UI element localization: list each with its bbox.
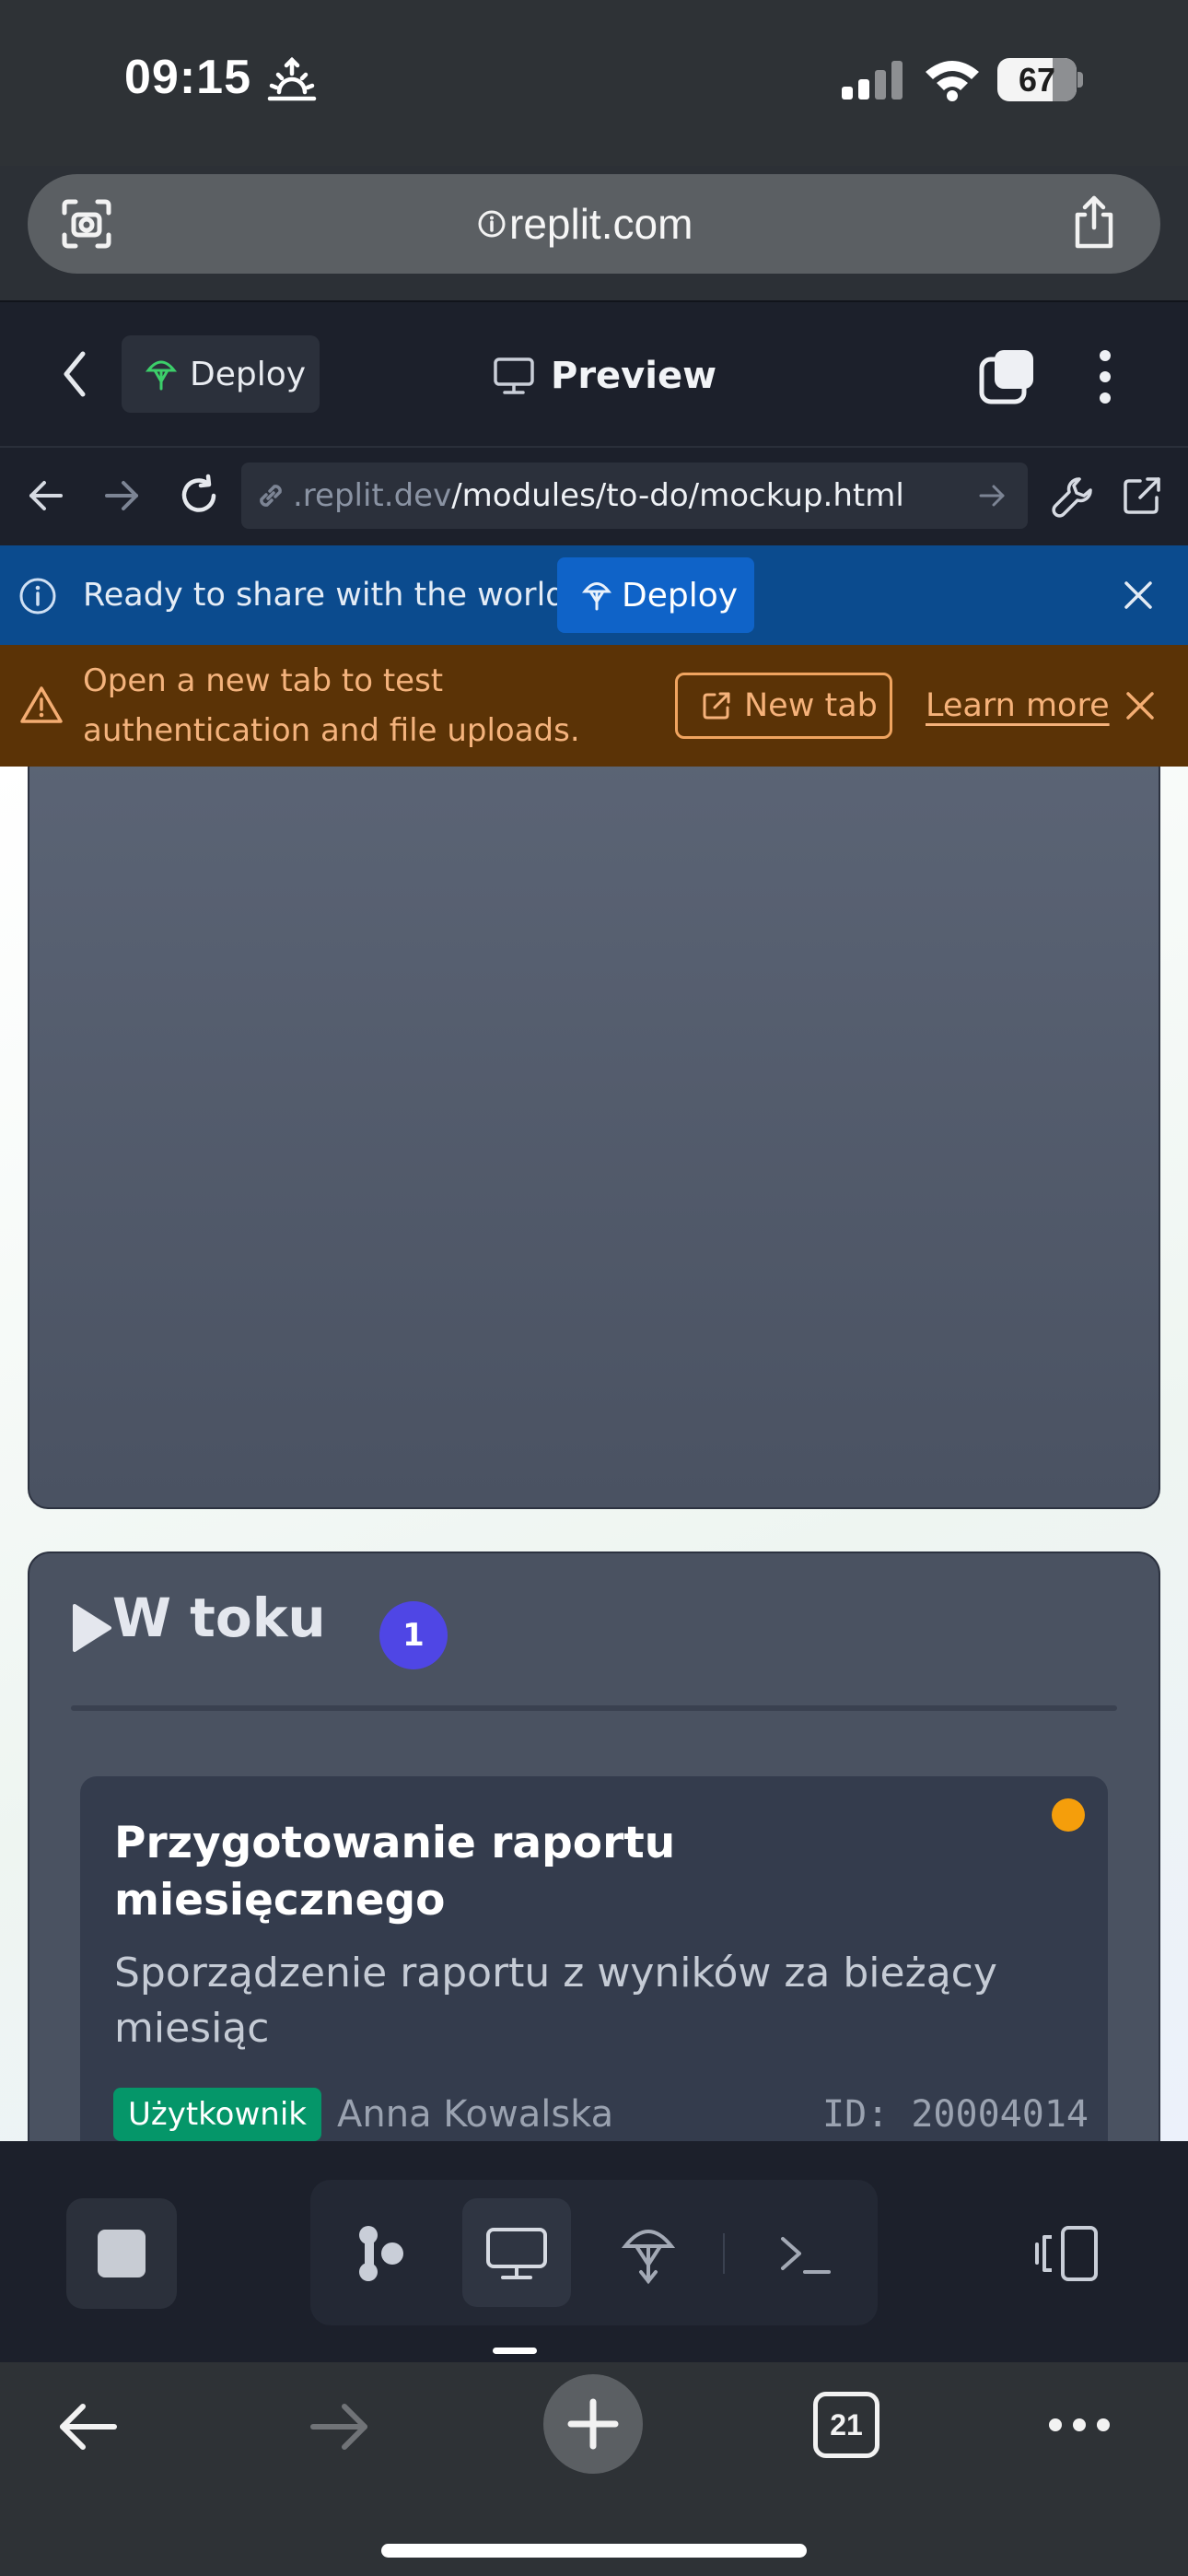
safari-address-bar[interactable]: replit.com (28, 174, 1160, 274)
external-link-icon[interactable] (1122, 475, 1162, 516)
drag-handle[interactable] (493, 2348, 537, 2354)
parachute-icon (581, 580, 612, 611)
column-count-badge: 1 (379, 1601, 448, 1669)
task-title: Przygotowanie raportu miesięcznego (114, 1818, 676, 1926)
device-layout-icon[interactable] (1033, 2226, 1100, 2281)
info-icon[interactable] (477, 209, 507, 239)
wifi-icon (924, 57, 981, 101)
stop-icon (98, 2230, 146, 2277)
more-horizontal-icon[interactable] (1048, 2418, 1111, 2432)
tabs-overlay-icon[interactable] (978, 348, 1035, 405)
go-arrow-icon[interactable] (978, 483, 1006, 509)
warning-triangle-icon (20, 685, 63, 724)
url-path: /modules/to-do/mockup.html (451, 477, 904, 514)
column-title: W toku (112, 1587, 326, 1649)
back-arrow-icon[interactable] (57, 2403, 118, 2451)
plus-icon (567, 2398, 619, 2450)
role-badge: Użytkownik (113, 2088, 321, 2141)
stop-button[interactable] (66, 2198, 177, 2309)
warning-message: Open a new tab to test authentication an… (83, 662, 580, 749)
wrench-icon[interactable] (1052, 475, 1094, 518)
nav-forward-icon[interactable] (103, 477, 140, 514)
terminal-icon[interactable] (779, 2235, 831, 2276)
task-id: ID: 20004014 (822, 2093, 1089, 2136)
webview-navbar: .replit.dev /modules/to-do/mockup.html (0, 446, 1188, 545)
warning-banner: Open a new tab to test authentication an… (0, 645, 1188, 767)
replit-toolbar (0, 2141, 1188, 2362)
preview-monitor-icon[interactable] (486, 2228, 547, 2279)
banner-deploy-label: Deploy (622, 576, 739, 615)
play-icon (71, 1602, 113, 1654)
safari-toolbar: 21 (0, 2362, 1188, 2576)
close-icon[interactable] (1124, 580, 1153, 610)
replit-header: Deploy Preview (0, 300, 1188, 446)
agent-icon[interactable] (355, 2226, 405, 2281)
learn-more-link[interactable]: Learn more (926, 673, 1110, 739)
new-tab-button[interactable]: New tab (675, 673, 892, 739)
reload-icon[interactable] (177, 474, 221, 518)
column-divider (71, 1705, 1117, 1711)
status-time: 09:15 (124, 51, 251, 104)
priority-dot (1052, 1798, 1085, 1832)
status-bar: 09:15 67 replit.com (0, 0, 1188, 274)
deploy-banner-message: Ready to share with the world? (83, 577, 584, 614)
toolbar-divider (723, 2233, 725, 2274)
preview-tab-title: Preview (494, 339, 716, 413)
task-description: Sporządzenie raportu z wyników za bieżąc… (114, 1950, 997, 2052)
preview-label: Preview (551, 355, 717, 397)
signal-icon (840, 61, 904, 100)
close-icon[interactable] (1125, 691, 1155, 720)
webview-url-field[interactable]: .replit.dev /modules/to-do/mockup.html (241, 463, 1028, 529)
preview-viewport[interactable]: W toku 1 Przygotowanie raportu miesięczn… (0, 767, 1188, 2141)
link-icon (254, 479, 287, 512)
image-placeholder-card (28, 767, 1160, 1509)
info-circle-icon (18, 577, 57, 615)
camera-scan-icon[interactable] (61, 198, 112, 250)
banner-deploy-button[interactable]: Deploy (557, 557, 754, 633)
sunrise-icon (267, 56, 317, 105)
monitor-icon (494, 357, 534, 394)
new-tab-plus-button[interactable] (543, 2374, 643, 2474)
deploy-parachute-icon (145, 357, 178, 391)
task-assignee: Anna Kowalska (337, 2093, 614, 2136)
deploy-banner: Ready to share with the world? Deploy (0, 545, 1188, 645)
battery-indicator: 67 (997, 58, 1077, 101)
tab-count-button[interactable]: 21 (813, 2392, 879, 2458)
deploy-chip-button[interactable]: Deploy (122, 335, 320, 413)
new-tab-label: New tab (744, 687, 878, 724)
more-vertical-icon[interactable] (1098, 348, 1112, 405)
battery-cap (1077, 72, 1083, 88)
nav-back-icon[interactable] (28, 477, 64, 514)
deploy-parachute-icon[interactable] (621, 2224, 676, 2285)
url-domain: .replit.dev (293, 477, 452, 514)
external-link-icon (702, 691, 731, 720)
home-indicator[interactable] (381, 2544, 807, 2558)
back-chevron-icon[interactable] (61, 350, 88, 398)
share-icon[interactable] (1070, 194, 1118, 250)
safari-domain[interactable]: replit.com (509, 174, 693, 274)
forward-arrow-icon[interactable] (309, 2403, 370, 2451)
deploy-chip-label: Deploy (190, 355, 307, 393)
